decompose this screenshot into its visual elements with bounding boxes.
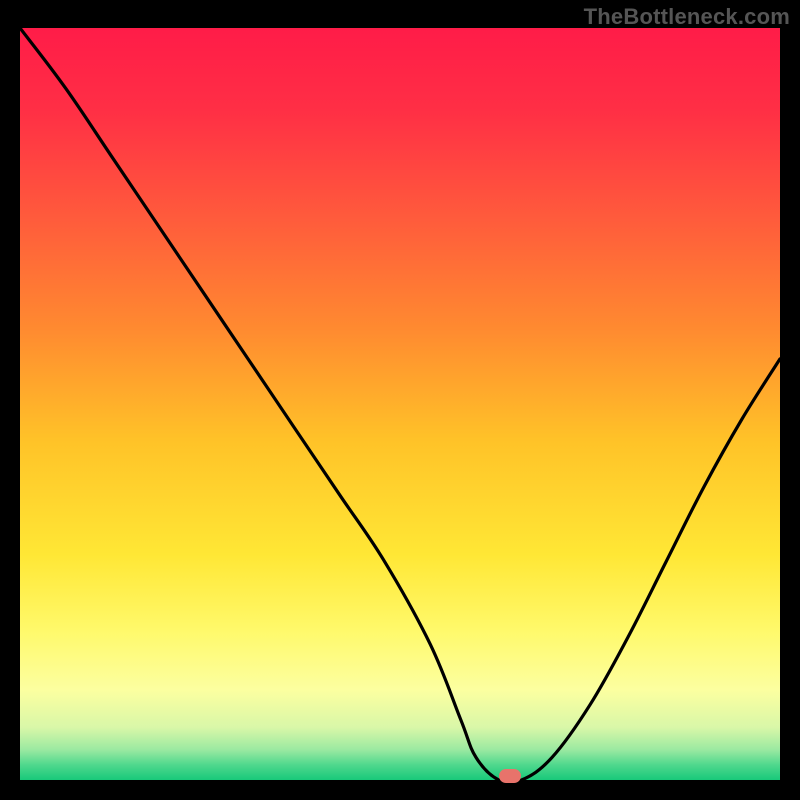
plot-area [20,28,780,780]
curve-layer [20,28,780,780]
chart-stage: TheBottleneck.com [0,0,800,800]
bottleneck-curve [20,28,780,780]
optimal-marker [499,769,521,783]
watermark-label: TheBottleneck.com [584,4,790,30]
